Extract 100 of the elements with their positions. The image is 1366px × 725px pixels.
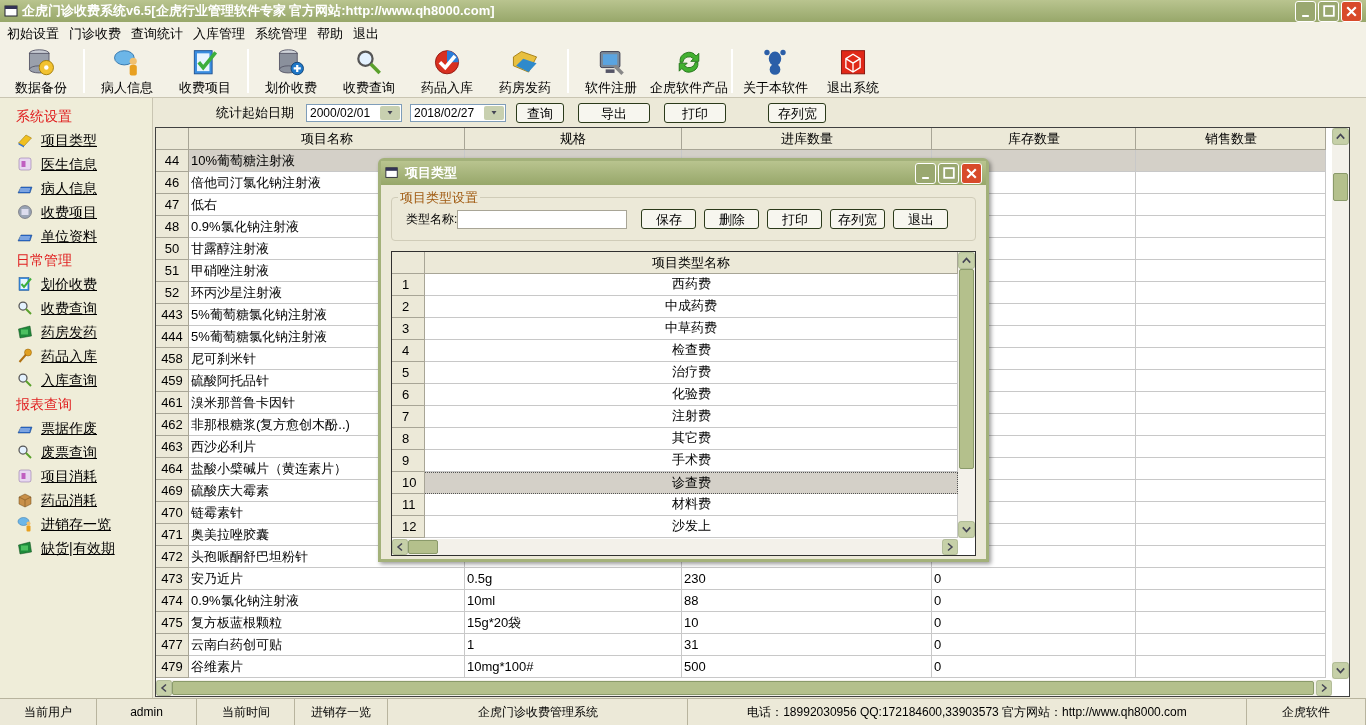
minimize-button[interactable] — [1295, 0, 1316, 22]
table-cell: 安乃近片 — [189, 568, 465, 590]
menu-item[interactable]: 退出 — [348, 23, 384, 44]
sidebar-link[interactable]: 医生信息 — [41, 153, 97, 175]
scroll-up-button[interactable] — [1332, 128, 1349, 145]
column-header[interactable]: 项目类型名称 — [425, 252, 958, 274]
row-number: 52 — [156, 282, 189, 304]
scroll-down-button[interactable] — [1332, 662, 1349, 679]
column-header[interactable]: 规格 — [465, 128, 682, 150]
card-icon — [17, 156, 33, 172]
toolbar-button[interactable]: 病人信息 — [88, 45, 166, 97]
dialog-button[interactable]: 存列宽 — [830, 209, 886, 229]
table-cell: 治疗费 — [425, 362, 958, 384]
column-header[interactable]: 进库数量 — [682, 128, 932, 150]
row-number: 10 — [392, 472, 425, 494]
sidebar-link[interactable]: 单位资料 — [41, 225, 97, 247]
sidebar-link[interactable]: 收费查询 — [41, 297, 97, 319]
scroll-left-button[interactable] — [156, 680, 172, 696]
table-cell: 检查费 — [425, 340, 958, 362]
scroll-thumb[interactable] — [408, 540, 438, 554]
menu-item[interactable]: 系统管理 — [250, 23, 312, 44]
card-icon — [17, 468, 33, 484]
scroll-right-button[interactable] — [1316, 680, 1332, 696]
input-field[interactable] — [457, 209, 628, 229]
status-text: 进销存一览 — [295, 699, 388, 725]
column-header[interactable]: 项目名称 — [189, 128, 465, 150]
toolbar-button[interactable]: 软件注册 — [572, 45, 650, 97]
row-number: 473 — [156, 568, 189, 590]
close-button[interactable] — [961, 162, 982, 184]
menu-item[interactable]: 初始设置 — [2, 23, 64, 44]
maximize-button[interactable] — [1318, 0, 1339, 22]
disc-icon — [17, 204, 33, 220]
sidebar-link[interactable]: 入库查询 — [41, 369, 97, 391]
scroll-up-button[interactable] — [958, 252, 975, 269]
sidebar-link[interactable]: 缺货|有效期 — [41, 537, 115, 559]
chat-person-icon — [17, 516, 33, 532]
menu-item[interactable]: 门诊收费 — [64, 23, 126, 44]
column-header[interactable]: 销售数量 — [1136, 128, 1326, 150]
toolbar-button[interactable]: 退出系统 — [814, 45, 892, 97]
sidebar-link[interactable]: 收费项目 — [41, 201, 97, 223]
sidebar-link[interactable]: 病人信息 — [41, 177, 97, 199]
scroll-down-button[interactable] — [958, 521, 975, 538]
toolbar-button[interactable]: 存列宽 — [768, 102, 826, 123]
toolbar-button[interactable]: 收费项目 — [166, 45, 244, 97]
sidebar-link[interactable]: 进销存一览 — [41, 513, 111, 535]
box-icon — [17, 492, 33, 508]
menu-item[interactable]: 查询统计 — [126, 23, 188, 44]
dialog-button[interactable]: 打印 — [767, 209, 823, 229]
column-header[interactable]: 库存数量 — [932, 128, 1136, 150]
row-number: 462 — [156, 414, 189, 436]
horizontal-scrollbar[interactable] — [392, 539, 958, 555]
row-number: 3 — [392, 318, 425, 340]
menu-item[interactable]: 帮助 — [312, 23, 348, 44]
menu-item[interactable]: 入库管理 — [188, 23, 250, 44]
toolbar-button[interactable]: 药品入库 — [408, 45, 486, 97]
date-field[interactable]: 2000/02/01 — [306, 103, 402, 122]
table-cell: 0 — [932, 612, 1136, 634]
vertical-scrollbar[interactable] — [958, 252, 975, 538]
table-cell: 0 — [932, 656, 1136, 678]
toolbar-button[interactable]: 打印 — [664, 102, 726, 123]
sidebar-link[interactable]: 划价收费 — [41, 273, 97, 295]
horizontal-scrollbar[interactable] — [156, 680, 1332, 696]
row-number: 44 — [156, 150, 189, 172]
toolbar-button[interactable]: 导出 — [578, 102, 650, 123]
date-field[interactable]: 2018/02/27 — [410, 103, 506, 122]
toolbar-button[interactable]: 查询 — [516, 102, 564, 123]
maximize-button[interactable] — [938, 162, 959, 184]
sidebar-link[interactable]: 药房发药 — [41, 321, 97, 343]
sidebar-link[interactable]: 票据作废 — [41, 417, 97, 439]
column-header[interactable] — [156, 128, 189, 150]
row-number: 4 — [392, 340, 425, 362]
row-number: 458 — [156, 348, 189, 370]
table-cell: 0.9%氯化钠注射液 — [189, 590, 465, 612]
minimize-button[interactable] — [915, 162, 936, 184]
toolbar-button[interactable]: 收费查询 — [330, 45, 408, 97]
row-number: 9 — [392, 450, 425, 472]
sidebar-link[interactable]: 项目消耗 — [41, 465, 97, 487]
toolbar-button[interactable]: 关于本软件 — [736, 45, 814, 97]
vertical-scrollbar[interactable] — [1332, 128, 1349, 679]
sidebar-link[interactable]: 项目类型 — [41, 129, 97, 151]
scroll-right-button[interactable] — [942, 539, 958, 555]
sidebar-link[interactable]: 废票查询 — [41, 441, 97, 463]
sidebar-link[interactable]: 药品入库 — [41, 345, 97, 367]
scroll-left-button[interactable] — [392, 539, 408, 555]
sidebar-link[interactable]: 药品消耗 — [41, 489, 97, 511]
scroll-thumb[interactable] — [172, 681, 1314, 695]
toolbar-button[interactable]: 药房发药 — [486, 45, 564, 97]
dialog-button[interactable]: 删除 — [704, 209, 760, 229]
dialog-button[interactable]: 退出 — [893, 209, 949, 229]
scroll-thumb[interactable] — [1333, 173, 1348, 201]
close-button[interactable] — [1341, 0, 1362, 22]
table-cell: 10mg*100# — [465, 656, 682, 678]
scroll-thumb[interactable] — [959, 269, 974, 469]
row-number: 12 — [392, 516, 425, 538]
toolbar-button[interactable]: 数据备份 — [2, 45, 80, 97]
toolbar-button[interactable]: 划价收费 — [252, 45, 330, 97]
toolbar-button[interactable]: 企虎软件产品 — [650, 45, 728, 97]
dialog-button[interactable]: 保存 — [641, 209, 697, 229]
row-number: 471 — [156, 524, 189, 546]
column-header[interactable] — [392, 252, 425, 274]
